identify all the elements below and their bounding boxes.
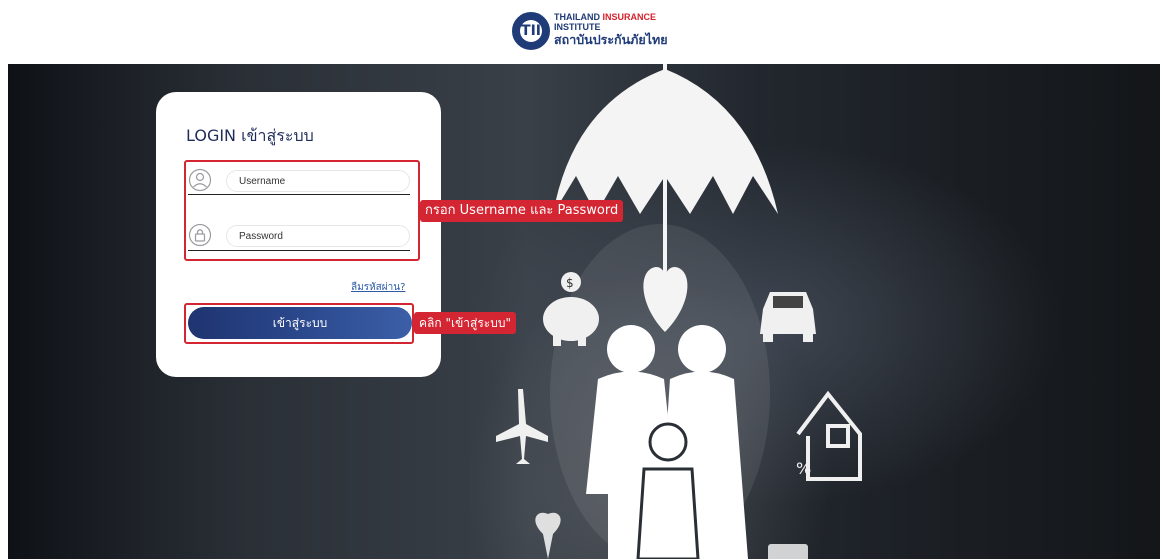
car-icon — [760, 292, 816, 342]
login-callout: คลิก "เข้าสู่ระบบ" — [414, 312, 516, 334]
logo-emblem: TII — [512, 12, 550, 50]
logo-text-line2: INSTITUTE — [554, 22, 601, 32]
thailand-insurance-institute-logo[interactable]: TII THAILAND INSURANCE INSTITUTE สถาบันป… — [512, 10, 672, 54]
umbrella-icon — [553, 64, 778, 284]
airplane-icon — [496, 389, 548, 464]
forgot-password-link[interactable]: ลืมรหัสผ่าน? — [351, 280, 405, 295]
credentials-highlight-box — [184, 160, 420, 261]
svg-text:%: % — [796, 459, 811, 478]
login-title: LOGIN เข้าสู่ระบบ — [186, 126, 314, 145]
house-icon: % — [796, 390, 862, 481]
logo-text-thai: สถาบันประกันภัยไทย — [554, 32, 668, 47]
login-button-highlight-box — [184, 303, 414, 344]
site-header: TII THAILAND INSURANCE INSTITUTE สถาบันป… — [0, 0, 1160, 64]
logo-emblem-glyph: TII — [521, 23, 541, 39]
svg-text:$: $ — [566, 276, 574, 290]
logo-text-line1: THAILAND INSURANCE — [554, 12, 657, 22]
credentials-callout: กรอก Username และ Password — [420, 200, 624, 222]
